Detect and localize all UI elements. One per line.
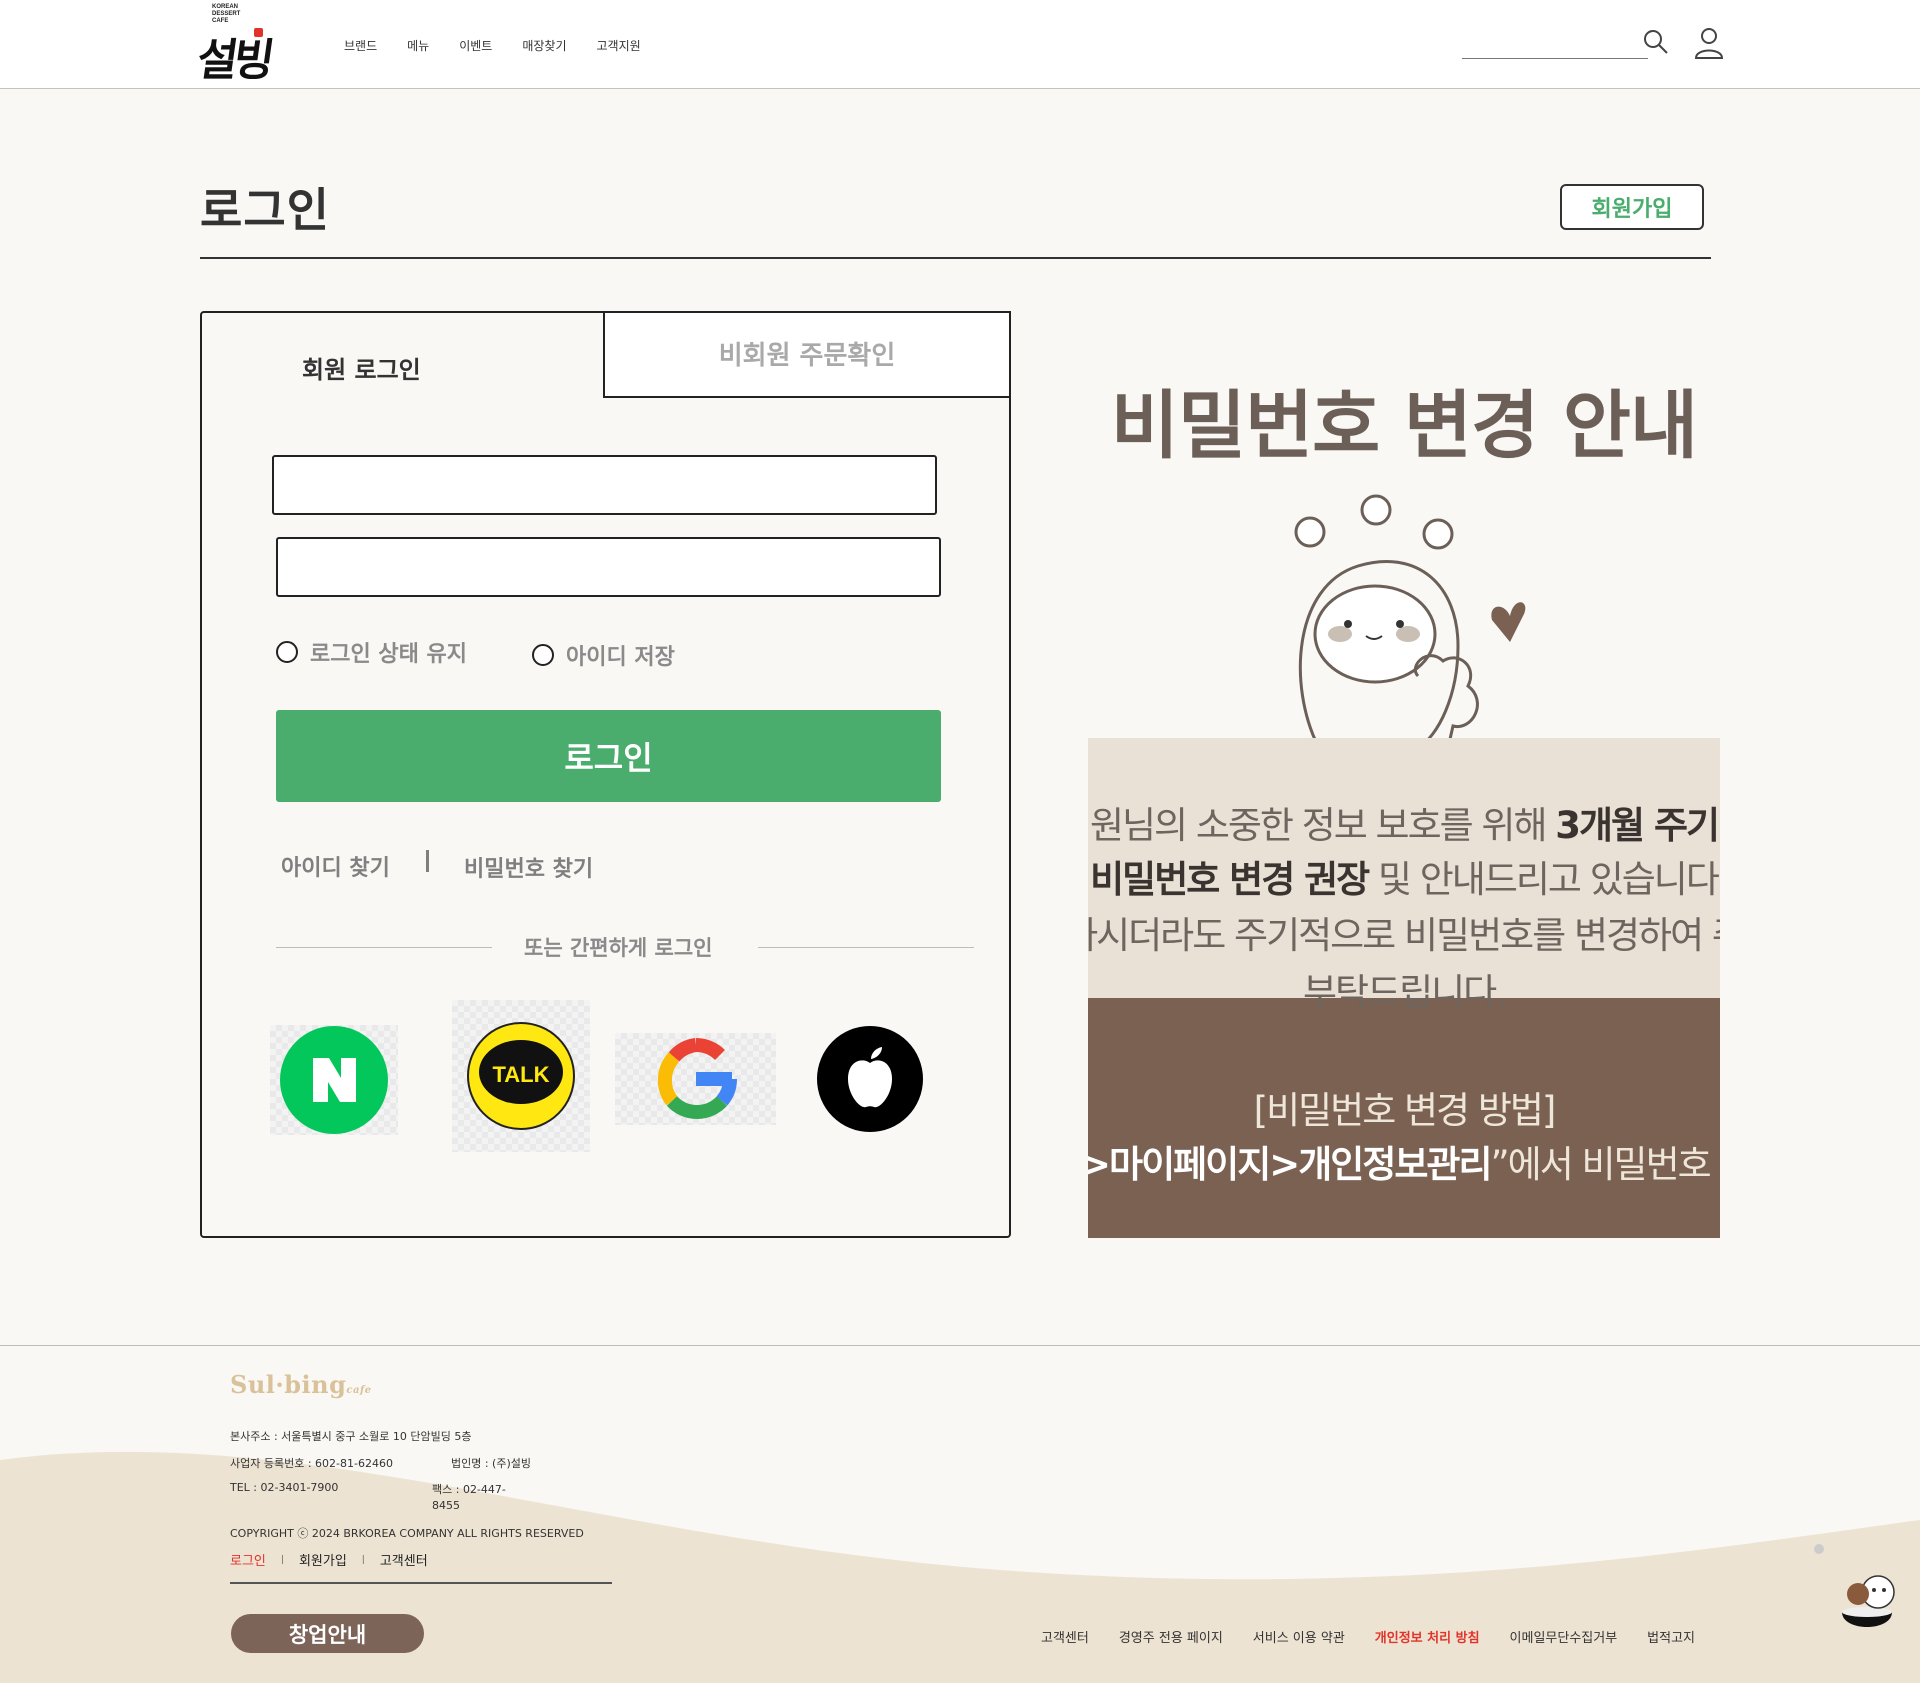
- footer-divider: [0, 1345, 1920, 1346]
- nav-support[interactable]: 고객지원: [597, 37, 641, 54]
- footer-logo-wordmark: Sul·bing: [230, 1370, 347, 1399]
- svg-text:TALK: TALK: [492, 1062, 549, 1087]
- apple-login-button[interactable]: [816, 1024, 924, 1134]
- footer-terms-link[interactable]: 서비스 이용 약관: [1253, 1627, 1345, 1646]
- search-icon[interactable]: [1642, 28, 1670, 56]
- notice-title: 비밀번호 변경 안내: [1110, 383, 1698, 469]
- or-divider-left: [276, 947, 492, 948]
- footer-privacy-link[interactable]: 개인정보 처리 방침: [1375, 1627, 1480, 1646]
- notice-line-1: 원님의 소중한 정보 보호를 위해 3개월 주기: [1088, 795, 1720, 849]
- notice-method-path: 인>마이페이지>개인정보관리: [1088, 1143, 1492, 1186]
- notice-method-text: ”에서 비밀번호 변경: [1490, 1143, 1720, 1186]
- nav-event[interactable]: 이벤트: [459, 37, 492, 54]
- footer-tel: TEL : 02-3401-7900: [230, 1481, 339, 1494]
- notice-line-3: 하시더라도 주기적으로 비밀번호를 변경하여 주: [1088, 914, 1720, 957]
- logo-wordmark: 설빙: [193, 35, 274, 86]
- radio-circle-icon[interactable]: [276, 641, 298, 663]
- footer-fax-1: 팩스 : 02-447-: [432, 1483, 506, 1496]
- notice-line-2-bold: 비밀번호 변경 권장: [1090, 858, 1370, 901]
- footer-bottom-links: 고객센터 경영주 전용 페이지 서비스 이용 약관 개인정보 처리 방침 이메일…: [1041, 1627, 1725, 1646]
- find-password-link[interactable]: 비밀번호 찾기: [464, 851, 593, 883]
- kakao-talk-icon: TALK: [467, 1022, 575, 1130]
- tab-guest-order[interactable]: 비회원 주문확인: [603, 311, 1011, 398]
- title-divider: [200, 257, 1711, 259]
- notice-method-line: 인>마이페이지>개인정보관리”에서 비밀번호 변경: [1088, 1134, 1720, 1188]
- notice-line-1-text: 원님의 소중한 정보 보호를 위해: [1089, 804, 1556, 847]
- user-icon[interactable]: [1692, 26, 1726, 60]
- footer-business-number: 사업자 등록번호 : 602-81-62460: [230, 1457, 393, 1470]
- notice-line-2: 비밀번호 변경 권장 및 안내드리고 있습니다: [1088, 849, 1720, 903]
- floating-mascot-icon[interactable]: [1812, 1538, 1902, 1638]
- google-login-button[interactable]: [615, 1033, 776, 1125]
- footer-links-underline: [230, 1582, 612, 1584]
- password-field[interactable]: [276, 537, 941, 597]
- footer-link-separator: |: [280, 1554, 284, 1565]
- footer-signup-link[interactable]: 회원가입: [299, 1550, 347, 1569]
- keep-login-checkbox[interactable]: 로그인 상태 유지: [276, 636, 467, 668]
- footer-legal-link[interactable]: 법적고지: [1647, 1627, 1695, 1646]
- keep-login-label: 로그인 상태 유지: [310, 642, 467, 667]
- nav-store-finder[interactable]: 매장찾기: [522, 37, 566, 54]
- or-easy-login-text: 또는 간편하게 로그인: [524, 936, 713, 960]
- password-change-notice-banner: 비밀번호 변경 안내 원님의 소중한 정보 보호를 위해 3개월 주기 비밀번호…: [1088, 308, 1720, 1238]
- nav-menu[interactable]: 메뉴: [407, 37, 429, 54]
- startup-info-button[interactable]: 창업안내: [231, 1614, 424, 1653]
- save-id-label: 아이디 저장: [566, 645, 675, 670]
- naver-login-button[interactable]: [270, 1025, 398, 1135]
- footer-logo: Sul·bingcafe: [230, 1370, 372, 1399]
- google-icon: [657, 1038, 737, 1119]
- id-field[interactable]: [272, 455, 937, 515]
- page-title: 로그인: [200, 183, 330, 237]
- logo-red-seal: [254, 28, 263, 37]
- brand-logo[interactable]: KOREAN DESSERT CAFE 설빙: [194, 4, 298, 86]
- footer-login-link[interactable]: 로그인: [230, 1550, 266, 1569]
- footer-address: 본사주소 : 서울특별시 중구 소월로 10 단암빌딩 5층: [230, 1430, 472, 1443]
- footer-copyright: COPYRIGHT ⓒ 2024 BRKOREA COMPANY ALL RIG…: [230, 1527, 584, 1540]
- footer-corp-name: 법인명 : (주)설빙: [451, 1457, 532, 1470]
- tab-guest-order-label: 비회원 주문확인: [718, 341, 896, 371]
- notice-line-1-bold: 3개월 주기: [1555, 804, 1720, 847]
- notice-line-2-text: 및 안내드리고 있습니다: [1368, 858, 1720, 901]
- find-id-link[interactable]: 아이디 찾기: [281, 850, 390, 882]
- tab-member-login[interactable]: 회원 로그인: [302, 350, 421, 385]
- kakao-login-button[interactable]: TALK: [452, 1000, 590, 1152]
- or-divider-right: [758, 947, 974, 948]
- save-id-checkbox[interactable]: 아이디 저장: [532, 639, 675, 671]
- footer-logo-sub: cafe: [346, 1385, 372, 1396]
- naver-icon: [280, 1026, 388, 1134]
- footer-email-refusal-link[interactable]: 이메일무단수집거부: [1510, 1627, 1618, 1646]
- notice-line-4: 부탁드립니다.: [1302, 971, 1507, 1014]
- apple-icon: [817, 1026, 923, 1132]
- nav-brand[interactable]: 브랜드: [344, 37, 377, 54]
- logo-tagline: KOREAN DESSERT CAFE: [212, 4, 241, 24]
- footer-fax-2: 8455: [432, 1499, 460, 1512]
- site-header: KOREAN DESSERT CAFE 설빙 브랜드 메뉴 이벤트 매장찾기 고…: [0, 0, 1920, 89]
- footer-owner-page-link[interactable]: 경영주 전용 페이지: [1119, 1627, 1223, 1646]
- signup-button[interactable]: 회원가입: [1560, 184, 1704, 230]
- radio-circle-icon[interactable]: [532, 644, 554, 666]
- search-input[interactable]: [1462, 58, 1648, 59]
- login-button[interactable]: 로그인: [276, 710, 941, 802]
- footer-link-separator: |: [361, 1554, 365, 1565]
- footer-support-link[interactable]: 고객센터: [380, 1550, 428, 1569]
- find-separator: [426, 850, 429, 872]
- mascot-illustration: [1294, 494, 1526, 750]
- footer-customer-center-link[interactable]: 고객센터: [1041, 1627, 1089, 1646]
- notice-method-title: [비밀번호 변경 방법]: [1253, 1089, 1557, 1132]
- footer-account-links: 로그인 | 회원가입 | 고객센터: [230, 1550, 428, 1569]
- main-nav: 브랜드 메뉴 이벤트 매장찾기 고객지원: [344, 37, 671, 54]
